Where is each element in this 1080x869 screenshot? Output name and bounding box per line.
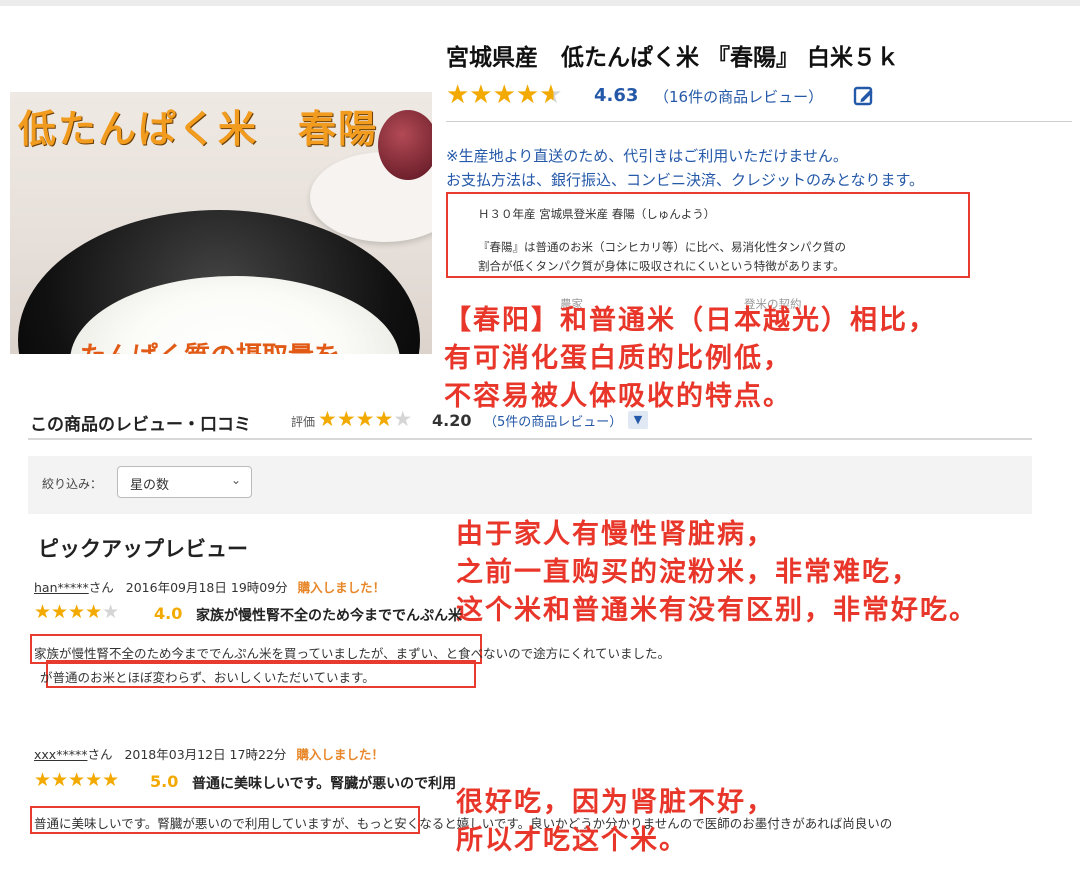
pickled-plum-shape [378,110,432,180]
product-title: 宮城県産 低たんぱく米 『春陽』 白米５ｋ [446,45,900,71]
purchased-badge: 購入しました！ [296,747,384,762]
review-date: 2016年09月18日 19時09分 [125,580,288,595]
review-user-link[interactable]: han***** [34,580,89,595]
top-divider [0,0,1080,6]
reviews-heading: この商品のレビュー・口コミ [30,415,251,435]
purchased-badge: 購入しました！ [297,580,386,595]
review-user-link[interactable]: xxx***** [34,747,87,762]
review-title: 普通に美味しいです。腎臓が悪いので利用 [192,776,457,792]
product-rating-score: 4.63 [594,85,639,106]
product-image: 低たんぱく米 春陽 たんぱく質の摂取量を [10,92,432,354]
review-score: 4.0 [154,604,183,623]
star-filter-value: 星の数 [130,478,170,493]
reviews-rating-score: 4.20 [432,411,472,430]
edit-review-icon[interactable] [853,85,875,107]
payment-note: お支払方法は、銀行振込、コンビニ決済、クレジットのみとなります。 [446,171,925,189]
image-overlay-bottom: たんぱく質の摂取量を [80,336,340,354]
shipping-note: ※生産地より直送のため、代引きはご利用いただけません。 [446,147,848,165]
review-stars: ★★★★★ [34,769,120,791]
reviews-divider [28,438,1032,440]
star-filter-select[interactable]: 星の数 ⌄ [117,466,252,498]
filter-label: 絞り込み： [42,477,103,491]
product-rating-stars: ★★★★★ [446,80,563,110]
review-title: 家族が慢性腎不全のため今まででんぷん米 [196,608,462,624]
annotation-line: 【春阳】和普通米（日本越光）相比， [444,305,937,336]
reviews-eval-label: 評価 [291,415,316,429]
review-date: 2018年03月12日 17時22分 [124,747,287,762]
annotation-line: 有可消化蛋白质的比例低， [444,343,792,374]
product-description-highlight: Ｈ３０年産 宮城県登米産 春陽（しゅんよう） 『春陽』は普通のお米（コシヒカリ等… [446,192,970,278]
review-body: 家族が慢性腎不全のため今まででんぷん米を買っていましたが、まずい、と食べないので… [34,646,671,661]
annotation-line: 不容易被人体吸收的特点。 [444,381,792,412]
annotation-line: 很好吃，因为肾脏不好， [456,787,775,818]
reviews-count-link[interactable]: （5件の商品レビュー） [484,411,622,430]
chevron-down-icon: ⌄ [230,473,241,487]
reviews-rating-stars: ★★★★★ [318,407,413,431]
description-line: Ｈ３０年産 宮城県登米産 春陽（しゅんよう） [478,207,716,221]
header-divider [446,121,1072,122]
description-line: 『春陽』は普通のお米（コシヒカリ等）に比べ、易消化性タンパク質の [478,240,846,254]
pickup-review-heading: ピックアップレビュー [38,537,248,561]
annotation-line: 由于家人有慢性肾脏病， [456,519,775,550]
annotation-line: 所以才吃这个米。 [456,825,688,856]
annotation-line: 之前一直购买的淀粉米，非常难吃， [456,557,920,588]
review-stars: ★★★★★ [34,601,120,623]
description-line: 割合が低くタンパク質が身体に吸収されにくいという特徴があります。 [478,259,845,273]
review-meta: han*****さん 2016年09月18日 19時09分 購入しました！ [34,580,386,595]
annotation-line: 这个米和普通米有没有区别，非常好吃。 [456,595,978,626]
image-overlay-title: 低たんぱく米 春陽 [18,107,379,151]
review-meta: xxx*****さん 2018年03月12日 17時22分 購入しました！ [34,747,384,762]
review-score: 5.0 [150,772,179,791]
chevron-down-icon[interactable]: ▼ [628,411,648,429]
review-body: が普通のお米とほぼ変わらず、おいしくいただいています。 [40,670,375,685]
product-review-count-link[interactable]: （16件の商品レビュー） [654,86,823,107]
